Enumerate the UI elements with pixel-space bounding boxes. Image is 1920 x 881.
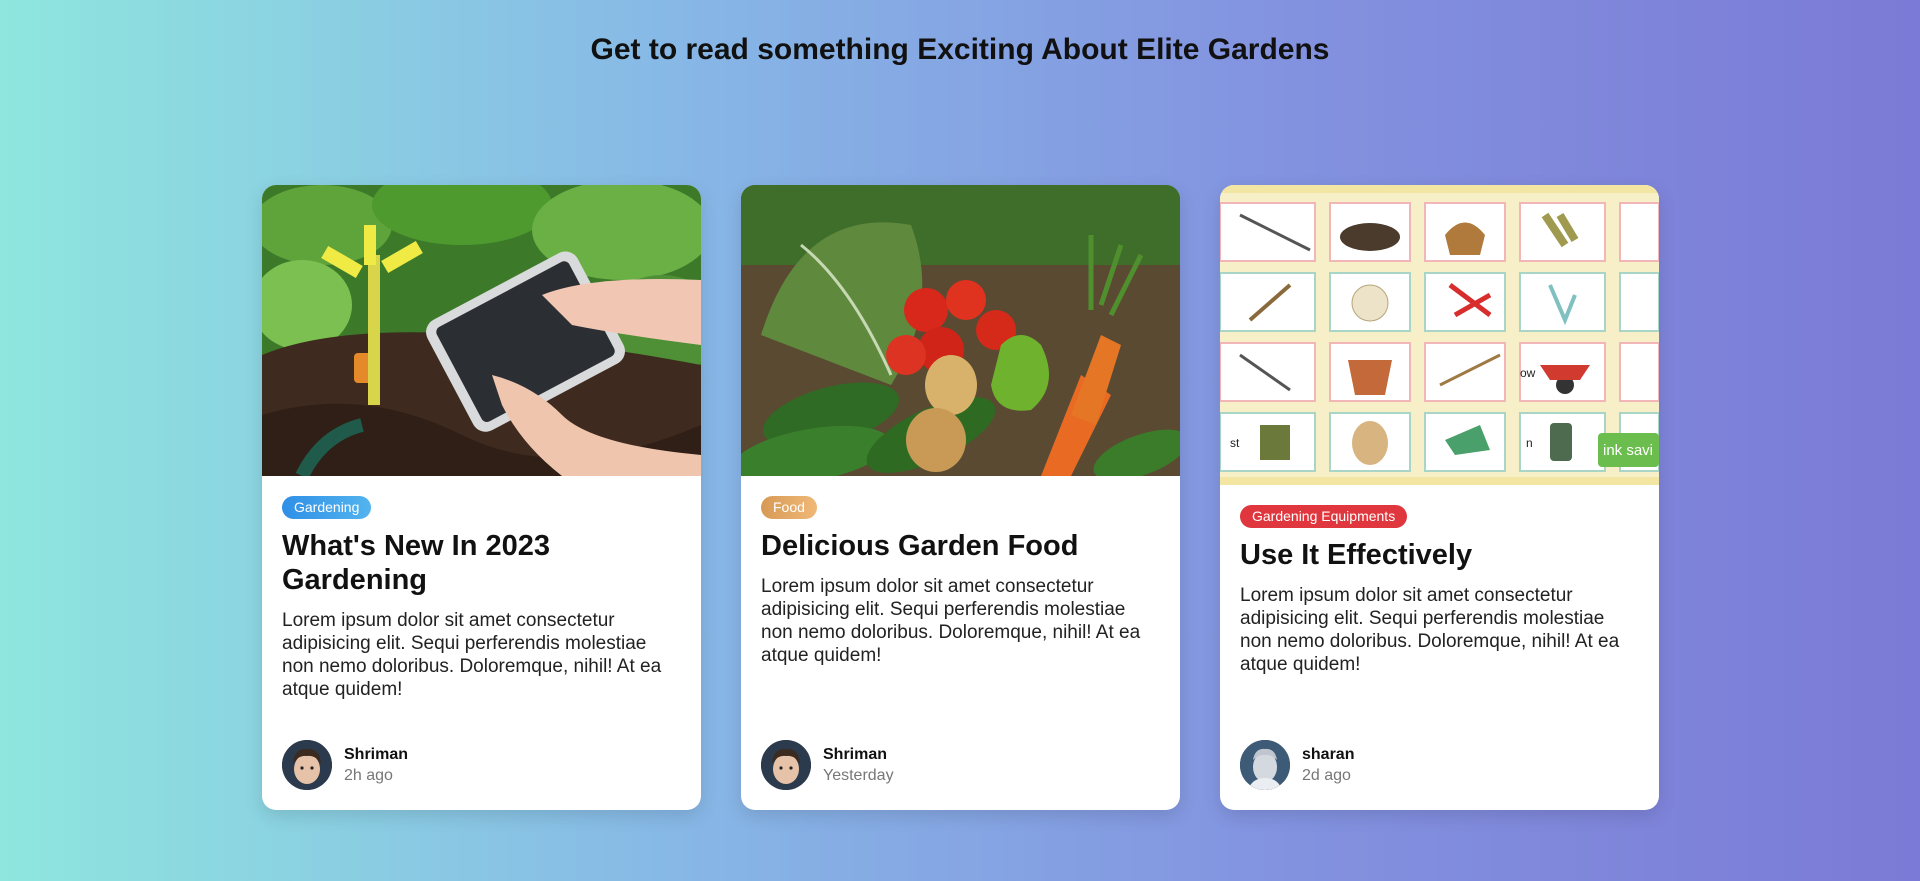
author-info: Shriman Yesterday <box>761 740 894 790</box>
card-list: Gardening What's New In 2023 Gardening L… <box>262 185 1659 810</box>
category-tag[interactable]: Gardening Equipments <box>1240 505 1408 528</box>
post-time: 2d ago <box>1302 766 1351 784</box>
card-title[interactable]: Delicious Garden Food <box>761 529 1160 563</box>
post-time: 2h ago <box>344 766 393 784</box>
chart-text-ow: ow <box>1520 366 1536 380</box>
avatar[interactable] <box>761 740 811 790</box>
blog-card[interactable]: st ow n ink savi Gardening Equipments Us… <box>1220 185 1659 810</box>
post-time: Yesterday <box>823 766 894 784</box>
card-image-vegetables <box>741 185 1180 476</box>
category-tag[interactable]: Gardening <box>282 496 372 519</box>
blog-card[interactable]: Food Delicious Garden Food Lorem ipsum d… <box>741 185 1180 810</box>
card-image-garden-tools-chart: st ow n ink savi <box>1220 185 1659 485</box>
author-info: sharan 2d ago <box>1240 740 1354 790</box>
author-name[interactable]: Shriman <box>344 746 408 764</box>
card-image-gardening-tablet <box>262 185 701 476</box>
author-info: Shriman 2h ago <box>282 740 408 790</box>
chart-text-st: st <box>1230 436 1240 450</box>
card-title[interactable]: What's New In 2023 Gardening <box>282 529 681 597</box>
blog-card[interactable]: Gardening What's New In 2023 Gardening L… <box>262 185 701 810</box>
card-excerpt: Lorem ipsum dolor sit amet consectetur a… <box>282 610 662 700</box>
avatar[interactable] <box>1240 740 1290 790</box>
author-name[interactable]: Shriman <box>823 746 894 764</box>
card-excerpt: Lorem ipsum dolor sit amet consectetur a… <box>761 576 1141 666</box>
author-name[interactable]: sharan <box>1302 746 1354 764</box>
chart-text-n: n <box>1526 436 1533 450</box>
card-excerpt: Lorem ipsum dolor sit amet consectetur a… <box>1240 585 1620 675</box>
chart-text-ink-savi: ink savi <box>1603 442 1653 459</box>
category-tag[interactable]: Food <box>761 496 817 519</box>
page-title: Get to read something Exciting About Eli… <box>590 33 1330 66</box>
avatar[interactable] <box>282 740 332 790</box>
card-title[interactable]: Use It Effectively <box>1240 538 1639 572</box>
